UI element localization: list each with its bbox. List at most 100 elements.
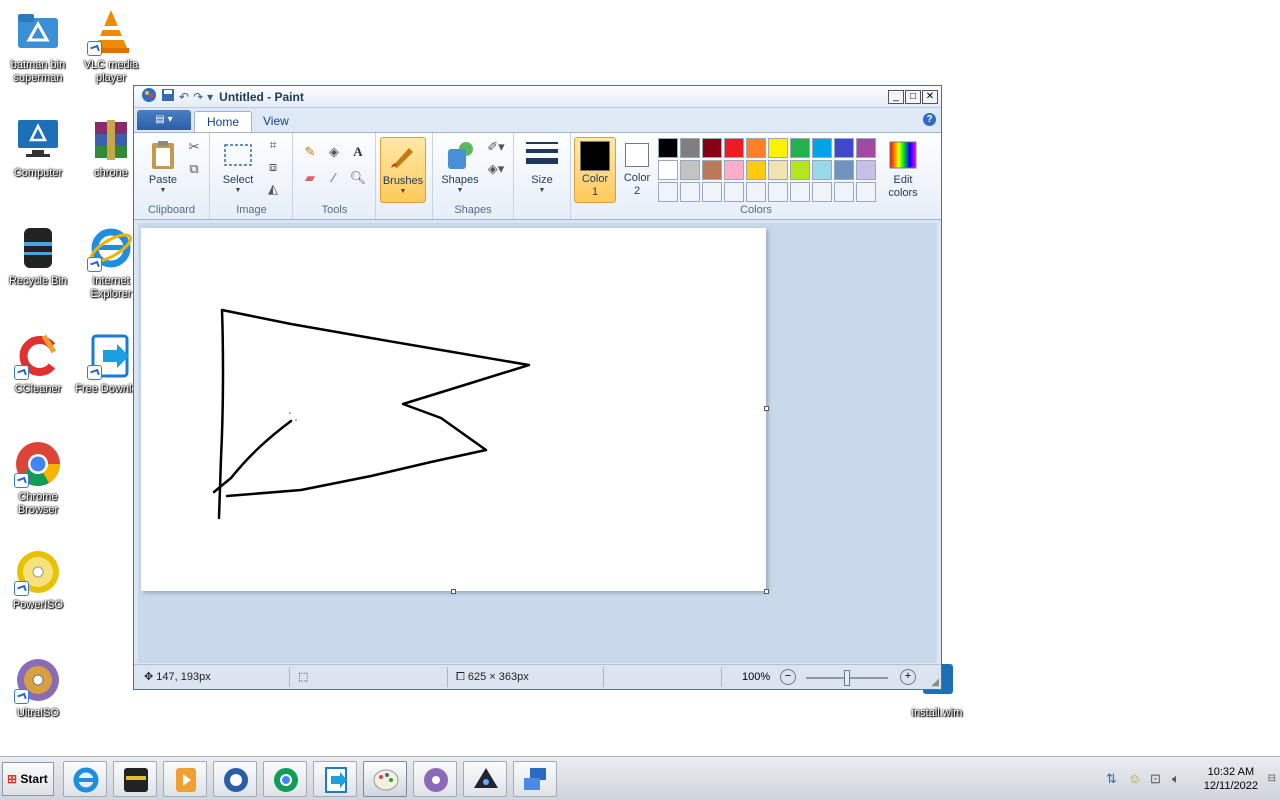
size-button[interactable]: Size ▼	[519, 137, 565, 201]
palette-swatch[interactable]	[658, 160, 678, 180]
desktop-icon-chrome[interactable]: Chrome Browser	[0, 440, 76, 517]
minimize-button[interactable]: _	[888, 89, 904, 104]
palette-swatch[interactable]	[768, 182, 788, 202]
palette-swatch[interactable]	[746, 160, 766, 180]
taskbar-app-2[interactable]	[113, 761, 157, 797]
desktop-icon-ccleaner[interactable]: CCleaner	[0, 332, 76, 396]
palette-swatch[interactable]	[658, 138, 678, 158]
color-picker-icon[interactable]: ⁄	[324, 168, 344, 188]
zoom-in-button[interactable]: +	[900, 669, 916, 685]
shapes-button[interactable]: Shapes ▼	[437, 137, 483, 201]
close-button[interactable]: ✕	[922, 89, 938, 104]
palette-swatch[interactable]	[812, 182, 832, 202]
download-tray-icon[interactable]: ⇅	[1106, 771, 1117, 787]
palette-swatch[interactable]	[834, 182, 854, 202]
start-button[interactable]: ⊞ Start	[2, 762, 54, 796]
palette-swatch[interactable]	[724, 182, 744, 202]
shortcut-arrow-icon	[14, 581, 29, 596]
palette-swatch[interactable]	[834, 160, 854, 180]
system-tray: ⇅ ☺ ⊡ 🔈︎ 10:32 AM 12/11/2022 ⊟	[1100, 757, 1280, 800]
palette-swatch[interactable]	[724, 138, 744, 158]
palette-swatch[interactable]	[658, 182, 678, 202]
zoom-slider-thumb[interactable]	[844, 670, 850, 686]
resize-handle-bottom[interactable]	[451, 589, 456, 594]
paint-menu-button[interactable]: ▤ ▾	[137, 110, 191, 130]
taskbar-media-player[interactable]	[163, 761, 207, 797]
palette-swatch[interactable]	[746, 138, 766, 158]
desktop-icon-recycle-bin[interactable]: Recycle Bin	[0, 224, 76, 288]
maximize-button[interactable]: □	[905, 89, 921, 104]
tray-app-icon[interactable]: ☺	[1128, 771, 1141, 786]
magnifier-icon[interactable]: 🔍︎	[348, 168, 368, 188]
edit-colors-button[interactable]: Edit colors	[880, 137, 926, 201]
zoom-out-button[interactable]: −	[780, 669, 796, 685]
palette-swatch[interactable]	[790, 182, 810, 202]
palette-swatch[interactable]	[702, 138, 722, 158]
palette-swatch[interactable]	[680, 160, 700, 180]
taskbar-chrome[interactable]	[263, 761, 307, 797]
palette-swatch[interactable]	[746, 182, 766, 202]
drawing-canvas[interactable]	[141, 228, 769, 594]
cursor-position-text: 147, 193px	[156, 671, 211, 683]
cut-icon[interactable]: ✂	[184, 137, 204, 157]
desktop-icon-batman-folder[interactable]: batman bin superman	[0, 8, 76, 85]
clock[interactable]: 10:32 AM 12/11/2022	[1204, 765, 1258, 793]
palette-swatch[interactable]	[790, 138, 810, 158]
palette-swatch[interactable]	[812, 138, 832, 158]
size-label: Size	[531, 174, 553, 186]
palette-swatch[interactable]	[856, 160, 876, 180]
palette-swatch[interactable]	[856, 182, 876, 202]
desktop-icon-ultraiso[interactable]: UltraISO	[0, 656, 76, 720]
crop-icon[interactable]: ⌗	[263, 135, 283, 155]
color1-button[interactable]: Color 1	[574, 137, 616, 203]
palette-swatch[interactable]	[768, 160, 788, 180]
desktop-icon-poweriso[interactable]: PowerISO	[0, 548, 76, 612]
help-icon[interactable]: ?	[923, 113, 936, 126]
brushes-button[interactable]: Brushes ▼	[380, 137, 426, 203]
palette-swatch[interactable]	[768, 138, 788, 158]
text-tool-icon[interactable]: A	[348, 142, 368, 162]
fill-icon[interactable]: ◈▾	[483, 159, 509, 179]
palette-swatch[interactable]	[724, 160, 744, 180]
customize-toolbar-icon[interactable]: ▾	[207, 90, 213, 104]
palette-swatch[interactable]	[812, 160, 832, 180]
zoom-slider-track[interactable]	[806, 670, 888, 686]
tab-home[interactable]: Home	[194, 111, 253, 132]
palette-swatch[interactable]	[680, 138, 700, 158]
copy-icon[interactable]: ⧉	[184, 159, 204, 179]
taskbar-app-10[interactable]	[513, 761, 557, 797]
pencil-icon[interactable]: ✎	[300, 142, 320, 162]
palette-swatch[interactable]	[680, 182, 700, 202]
taskbar-app-4[interactable]	[213, 761, 257, 797]
taskbar-app-9[interactable]	[463, 761, 507, 797]
rotate-icon[interactable]: ◭	[263, 179, 283, 199]
eraser-icon[interactable]: ▰	[300, 168, 320, 188]
taskbar-paint[interactable]	[363, 761, 407, 797]
color2-button[interactable]: Color 2	[616, 137, 658, 201]
action-center-icon[interactable]: ⊟	[1268, 773, 1276, 784]
resize-grip-icon[interactable]: ◢	[931, 677, 939, 688]
fill-bucket-icon[interactable]: ◈	[324, 142, 344, 162]
taskbar-ultraiso[interactable]	[413, 761, 457, 797]
taskbar-free-download[interactable]	[313, 761, 357, 797]
volume-icon[interactable]: 🔈︎	[1172, 771, 1180, 787]
redo-icon[interactable]: ↷	[193, 90, 203, 104]
resize-handle-right[interactable]	[764, 406, 769, 411]
resize-handle-corner[interactable]	[764, 589, 769, 594]
tab-view[interactable]: View	[251, 111, 301, 132]
desktop-icon-vlc[interactable]: VLC media player	[73, 8, 149, 85]
undo-icon[interactable]: ↶	[179, 90, 189, 104]
taskbar-internet-explorer[interactable]	[63, 761, 107, 797]
save-icon[interactable]	[161, 88, 175, 105]
palette-swatch[interactable]	[834, 138, 854, 158]
network-tray-icon[interactable]: ⊡	[1150, 771, 1161, 787]
resize-icon[interactable]: ⧈	[263, 157, 283, 177]
paste-button[interactable]: Paste ▼	[140, 137, 186, 201]
outline-icon[interactable]: ✐▾	[483, 137, 509, 157]
palette-swatch[interactable]	[856, 138, 876, 158]
select-button[interactable]: Select ▼	[215, 137, 261, 201]
desktop-icon-computer[interactable]: Computer	[0, 116, 76, 180]
palette-swatch[interactable]	[702, 160, 722, 180]
palette-swatch[interactable]	[702, 182, 722, 202]
palette-swatch[interactable]	[790, 160, 810, 180]
